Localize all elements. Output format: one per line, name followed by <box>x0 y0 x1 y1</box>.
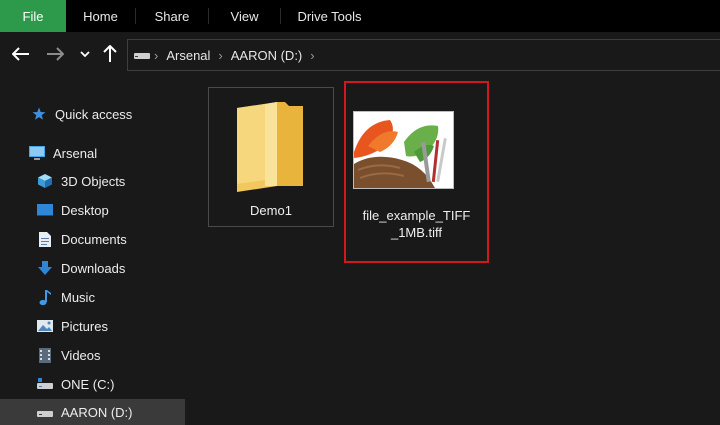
sidebar-item-label: Pictures <box>61 318 108 334</box>
sidebar-item-label: 3D Objects <box>61 173 126 189</box>
sidebar-item-pictures[interactable]: Pictures <box>36 313 108 339</box>
download-icon <box>36 259 54 277</box>
tab-drive-tools[interactable]: Drive Tools <box>281 0 378 32</box>
navigation-pane: Quick access Arsenal 3D Objects Desktop … <box>0 77 188 425</box>
sidebar-item-3d-objects[interactable]: 3D Objects <box>36 168 125 194</box>
arrow-up-icon <box>103 45 117 62</box>
sidebar-item-label: AARON (D:) <box>61 405 133 420</box>
forward-button[interactable] <box>44 42 66 66</box>
tab-home[interactable]: Home <box>66 0 135 32</box>
recent-locations-button[interactable] <box>78 42 92 66</box>
navigation-bar: › Arsenal › AARON (D:) › <box>0 32 720 77</box>
sidebar-item-label: Downloads <box>61 260 126 276</box>
image-thumbnail <box>353 111 454 189</box>
sidebar-item-label: ONE (C:) <box>61 376 115 392</box>
address-bar[interactable]: › Arsenal › AARON (D:) › <box>127 39 720 71</box>
folder-icon <box>237 102 303 192</box>
arrow-right-icon <box>47 47 64 61</box>
up-button[interactable] <box>100 42 120 66</box>
sidebar-item-label: Music <box>61 289 95 305</box>
back-button[interactable] <box>10 42 32 66</box>
document-icon <box>36 230 54 248</box>
drive-c-icon <box>36 375 54 393</box>
file-item-demo1[interactable]: Demo1 <box>208 87 334 227</box>
desktop-icon <box>36 201 54 219</box>
sidebar-item-arsenal[interactable]: Arsenal <box>28 140 97 166</box>
breadcrumb-separator[interactable]: › <box>310 48 314 63</box>
star-icon <box>30 105 48 123</box>
file-name-tiff-line2: _1MB.tiff <box>390 225 443 240</box>
sidebar-item-downloads[interactable]: Downloads <box>36 255 125 281</box>
file-name-demo1: Demo1 <box>250 203 292 218</box>
sidebar-item-label: Arsenal <box>53 145 98 161</box>
breadcrumb-separator: › <box>218 47 223 63</box>
chevron-down-icon <box>80 51 90 58</box>
file-item-tiff[interactable]: file_example_TIFF _1MB.tiff <box>344 81 489 263</box>
sidebar-item-quick-access[interactable]: Quick access <box>30 101 132 127</box>
file-name-tiff-line1: file_example_TIFF <box>362 208 471 223</box>
videos-icon <box>36 346 54 364</box>
sidebar-item-aaron-d[interactable]: AARON (D:) <box>0 399 185 425</box>
ribbon-tabs: File Home Share View Drive Tools <box>0 0 720 32</box>
sidebar-item-videos[interactable]: Videos <box>36 342 101 368</box>
drive-icon <box>134 53 150 59</box>
sidebar-item-music[interactable]: Music <box>36 284 95 310</box>
arrow-left-icon <box>12 47 29 61</box>
computer-icon <box>28 144 46 162</box>
tab-share[interactable]: Share <box>136 0 208 32</box>
pictures-icon <box>36 317 54 335</box>
tab-view[interactable]: View <box>209 0 280 32</box>
sidebar-item-desktop[interactable]: Desktop <box>36 197 109 223</box>
sidebar-item-label: Videos <box>61 347 101 363</box>
sidebar-item-label: Quick access <box>55 106 133 122</box>
sidebar-item-documents[interactable]: Documents <box>36 226 127 252</box>
breadcrumb-aaron-d[interactable]: AARON (D:) <box>231 48 303 63</box>
cube-icon <box>36 172 54 190</box>
sidebar-item-one-c[interactable]: ONE (C:) <box>36 371 114 397</box>
breadcrumb-separator: › <box>154 47 159 63</box>
music-icon <box>36 288 54 306</box>
sidebar-item-label: Desktop <box>61 202 109 218</box>
file-list: Demo1 file_example_TIFF _1MB.tiff <box>188 77 720 425</box>
breadcrumb-arsenal[interactable]: Arsenal <box>166 48 210 63</box>
sidebar-item-label: Documents <box>61 231 127 247</box>
drive-d-icon <box>36 404 54 422</box>
tab-file[interactable]: File <box>0 0 66 32</box>
